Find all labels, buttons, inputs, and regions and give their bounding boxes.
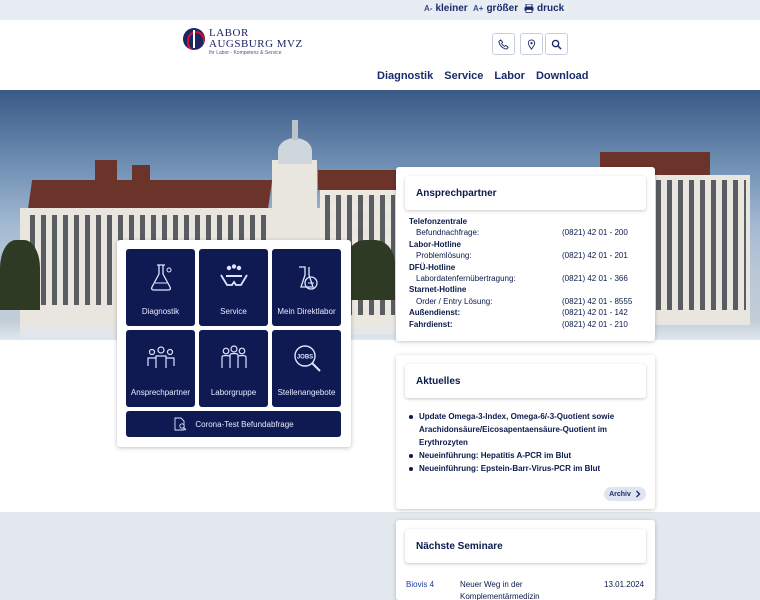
contact-card-title: Ansprechpartner <box>405 176 646 210</box>
archive-button[interactable]: Archiv <box>604 487 646 501</box>
contact-row: Order / Entry Lösung: (0821) 42 01 - 8555 <box>409 297 645 308</box>
tile-laborgruppe[interactable]: Laborgruppe <box>199 330 268 407</box>
jobs-search-icon: JOBS <box>293 345 321 372</box>
map-pin-icon <box>527 39 536 50</box>
seminar-location[interactable]: Biovis 4 <box>406 579 434 591</box>
phone-icon <box>498 38 509 50</box>
contact-phone[interactable]: (0821) 42 01 - 201 <box>562 251 628 260</box>
corona-test-label: Corona-Test Befundabfrage <box>195 419 294 429</box>
news-item[interactable]: Neueinführung: Hepatitis A-PCR im Blut <box>408 449 643 462</box>
tile-label: Ansprechpartner <box>130 388 191 397</box>
contact-row: Telefonzentrale <box>409 217 645 228</box>
nav-item-service[interactable]: Service <box>444 70 483 82</box>
contact-label: Order / Entry Lösung: <box>416 296 493 306</box>
contact-label: Starnet-Hotline <box>409 285 467 295</box>
site-header: LABOR AUGSBURG MVZ Ihr Labor - Kompetenz… <box>0 20 760 90</box>
tile-service[interactable]: Service <box>199 249 268 326</box>
tile-label: Diagnostik <box>141 307 180 316</box>
font-bigger-button[interactable]: A+ größer <box>473 3 518 14</box>
contact-row: Starnet-Hotline <box>409 285 645 296</box>
contact-label: Labor-Hotline <box>409 239 461 249</box>
seminar-card: Nächste Seminare Biovis 4 Neuer Weg in d… <box>396 520 655 600</box>
contact-phone[interactable]: (0821) 42 01 - 8555 <box>562 297 632 306</box>
people-icon <box>146 346 175 368</box>
font-bigger-label: größer <box>486 3 519 14</box>
contact-row: Problemlösung: (0821) 42 01 - 201 <box>409 251 645 262</box>
nav-item-download[interactable]: Download <box>536 70 589 82</box>
contact-phone[interactable]: (0821) 42 01 - 210 <box>562 320 628 329</box>
nav-item-diagnostik[interactable]: Diagnostik <box>377 70 433 82</box>
site-logo[interactable]: LABOR AUGSBURG MVZ Ihr Labor - Kompetenz… <box>183 28 303 57</box>
flask-icon <box>150 264 171 291</box>
contact-row: Außendienst: (0821) 42 01 - 142 <box>409 308 645 319</box>
contact-phone[interactable]: (0821) 42 01 - 142 <box>562 308 628 317</box>
location-button[interactable] <box>520 33 543 55</box>
news-item[interactable]: Update Omega-3-Index, Omega-6/-3-Quotien… <box>408 410 643 449</box>
tile-ansprechpartner[interactable]: Ansprechpartner <box>126 330 195 407</box>
seminar-card-title: Nächste Seminare <box>405 529 646 563</box>
tile-label: Laborgruppe <box>210 388 257 397</box>
font-bigger-icon: A+ <box>473 4 484 13</box>
document-search-icon <box>174 417 187 431</box>
font-size-bar: A- kleiner A+ größer druck <box>0 0 760 20</box>
tile-label: Mein Direktlabor <box>277 307 336 316</box>
lab-glass-icon <box>298 266 318 290</box>
printer-icon <box>524 4 534 13</box>
tile-diagnostik[interactable]: Diagnostik <box>126 249 195 326</box>
print-label: druck <box>537 3 565 14</box>
contact-row: Labor-Hotline <box>409 240 645 251</box>
contact-row: Befundnachfrage: (0821) 42 01 - 200 <box>409 228 645 239</box>
contact-card: Ansprechpartner Telefonzentrale Befundnac… <box>396 167 655 341</box>
contact-row: DFÜ-Hotline <box>409 263 645 274</box>
main-nav: Diagnostik Service Labor Download <box>377 70 589 82</box>
contact-label: Telefonzentrale <box>409 217 468 226</box>
news-item[interactable]: Neueinführung: Epstein-Barr-Virus-PCR im… <box>408 462 643 475</box>
corona-test-button[interactable]: Corona-Test Befundabfrage <box>126 411 341 437</box>
hands-people-icon <box>219 264 248 286</box>
seminar-date: 13.01.2024 <box>604 580 645 589</box>
news-list: Update Omega-3-Index, Omega-6/-3-Quotien… <box>408 410 643 475</box>
contact-label: Labordatenfernübertragung: <box>416 274 516 283</box>
font-smaller-button[interactable]: A- kleiner <box>424 3 468 14</box>
search-icon <box>551 39 562 50</box>
chevron-right-icon <box>635 490 641 498</box>
contact-label: Problemlösung: <box>416 251 472 261</box>
font-smaller-icon: A- <box>424 4 433 13</box>
logo-tagline: Ihr Labor - Kompetenz & Service <box>209 50 282 56</box>
contact-phone[interactable]: (0821) 42 01 - 200 <box>562 228 628 237</box>
search-button[interactable] <box>545 33 568 55</box>
group-icon <box>220 345 247 368</box>
nav-item-labor[interactable]: Labor <box>494 70 525 82</box>
quick-links-panel: Diagnostik Service Mein Direktlabor Ansp… <box>117 240 351 447</box>
contact-label: Außendienst: <box>409 308 461 318</box>
contact-phone[interactable]: (0821) 42 01 - 366 <box>562 274 628 283</box>
print-button[interactable]: druck <box>524 3 564 14</box>
contact-label: DFÜ-Hotline <box>409 262 456 272</box>
contact-label: Fahrdienst: <box>409 319 453 329</box>
font-smaller-label: kleiner <box>435 3 468 14</box>
news-card: Aktuelles Update Omega-3-Index, Omega-6/… <box>396 355 655 509</box>
contact-label: Befundnachfrage: <box>416 228 480 238</box>
svg-text:JOBS: JOBS <box>296 355 312 361</box>
logo-icon <box>183 28 205 50</box>
logo-line-2: AUGSBURG MVZ <box>209 38 303 50</box>
contact-row: Labordatenfernübertragung: (0821) 42 01 -… <box>409 274 645 285</box>
archive-label: Archiv <box>609 490 631 498</box>
tile-mein-direktlabor[interactable]: Mein Direktlabor <box>272 249 341 326</box>
tile-label: Stellenangebote <box>277 388 336 397</box>
seminar-title[interactable]: Neuer Weg in der Komplementärmedizin <box>460 579 550 600</box>
contact-row: Fahrdienst: (0821) 42 01 - 210 <box>409 320 645 331</box>
news-card-title: Aktuelles <box>405 364 646 398</box>
tile-stellenangebote[interactable]: JOBS Stellenangebote <box>272 330 341 407</box>
phone-button[interactable] <box>492 33 515 55</box>
tile-label: Service <box>220 307 247 316</box>
